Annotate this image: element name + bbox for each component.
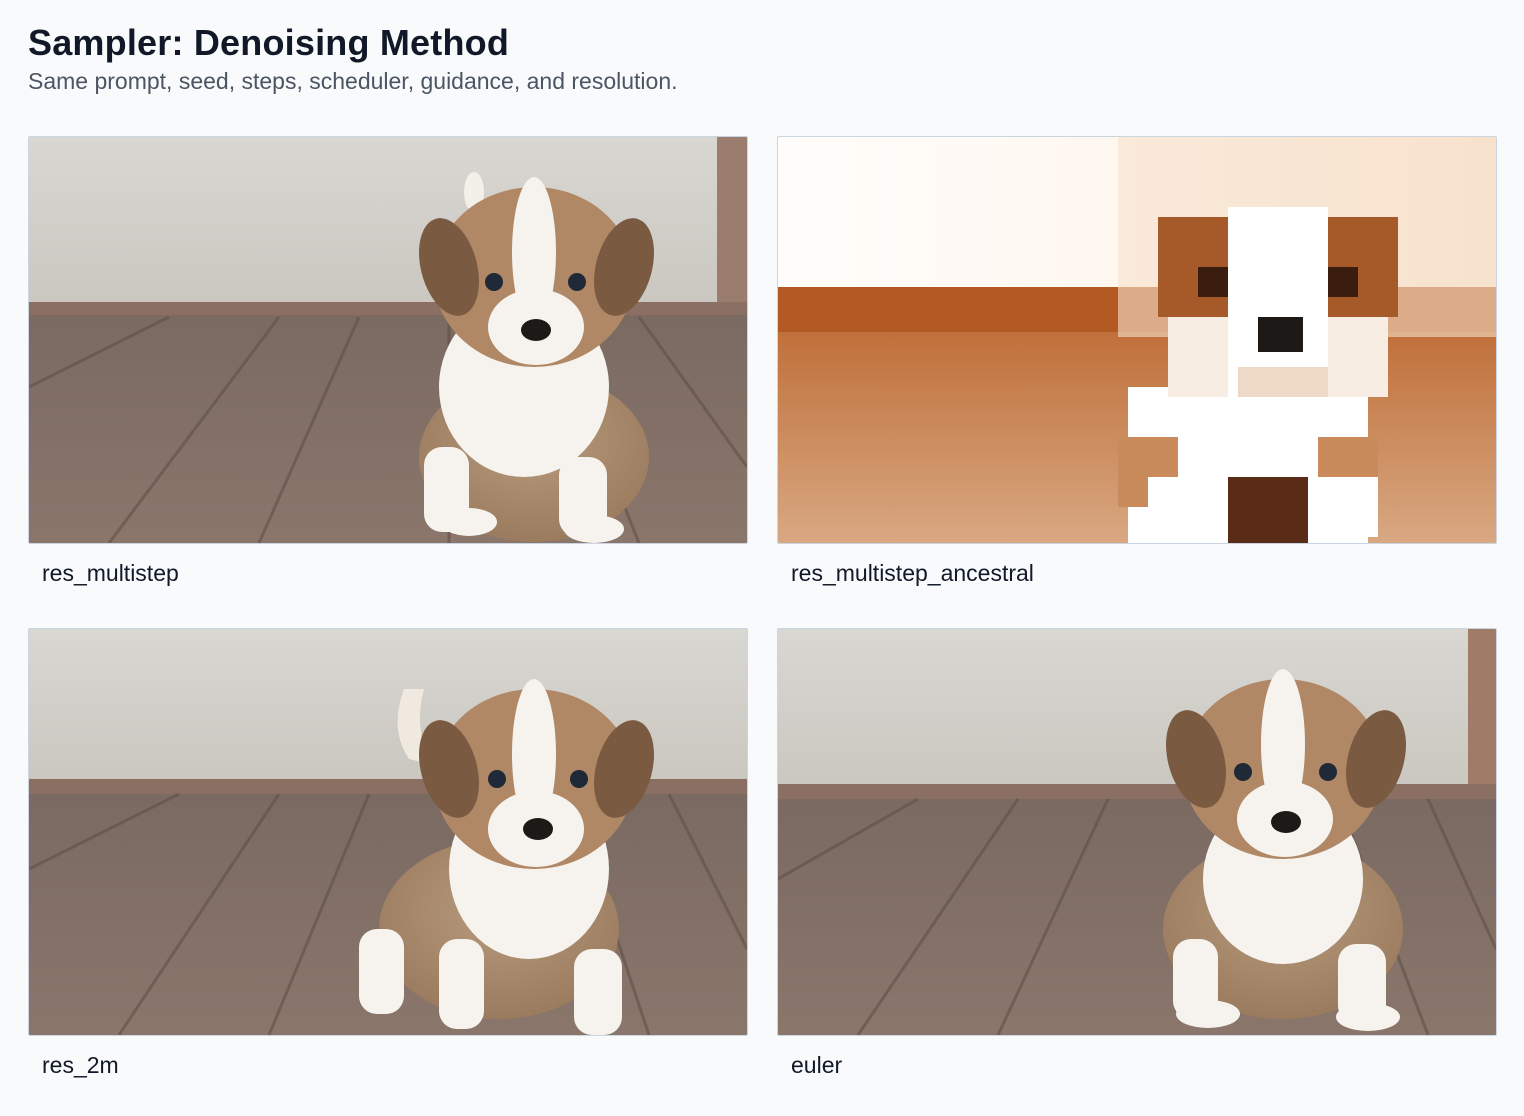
sample-label: euler bbox=[791, 1052, 843, 1078]
sample-image-res-multistep bbox=[28, 136, 748, 544]
sample-image-euler bbox=[777, 628, 1497, 1036]
puppy-photo bbox=[778, 629, 1496, 1035]
sample-card: euler bbox=[777, 628, 1497, 1080]
sample-image-res-2m bbox=[28, 628, 748, 1036]
sample-grid: res_multistep res_multistep_ancestral re… bbox=[28, 136, 1497, 1080]
puppy-photo bbox=[29, 629, 747, 1035]
sample-card: res_2m bbox=[28, 628, 748, 1080]
sample-label: res_multistep bbox=[42, 560, 179, 586]
puppy-photo-pixelated-overexposed bbox=[778, 137, 1496, 543]
sampler-comparison-page: Sampler: Denoising Method Same prompt, s… bbox=[0, 0, 1524, 1116]
sample-label: res_multistep_ancestral bbox=[791, 560, 1034, 586]
page-title: Sampler: Denoising Method bbox=[28, 22, 510, 63]
sample-card: res_multistep_ancestral bbox=[777, 136, 1497, 588]
sample-card: res_multistep bbox=[28, 136, 748, 588]
page-subtitle: Same prompt, seed, steps, scheduler, gui… bbox=[28, 68, 678, 94]
sample-label: res_2m bbox=[42, 1052, 119, 1078]
sample-image-res-multistep-ancestral bbox=[777, 136, 1497, 544]
puppy-photo bbox=[29, 137, 747, 543]
